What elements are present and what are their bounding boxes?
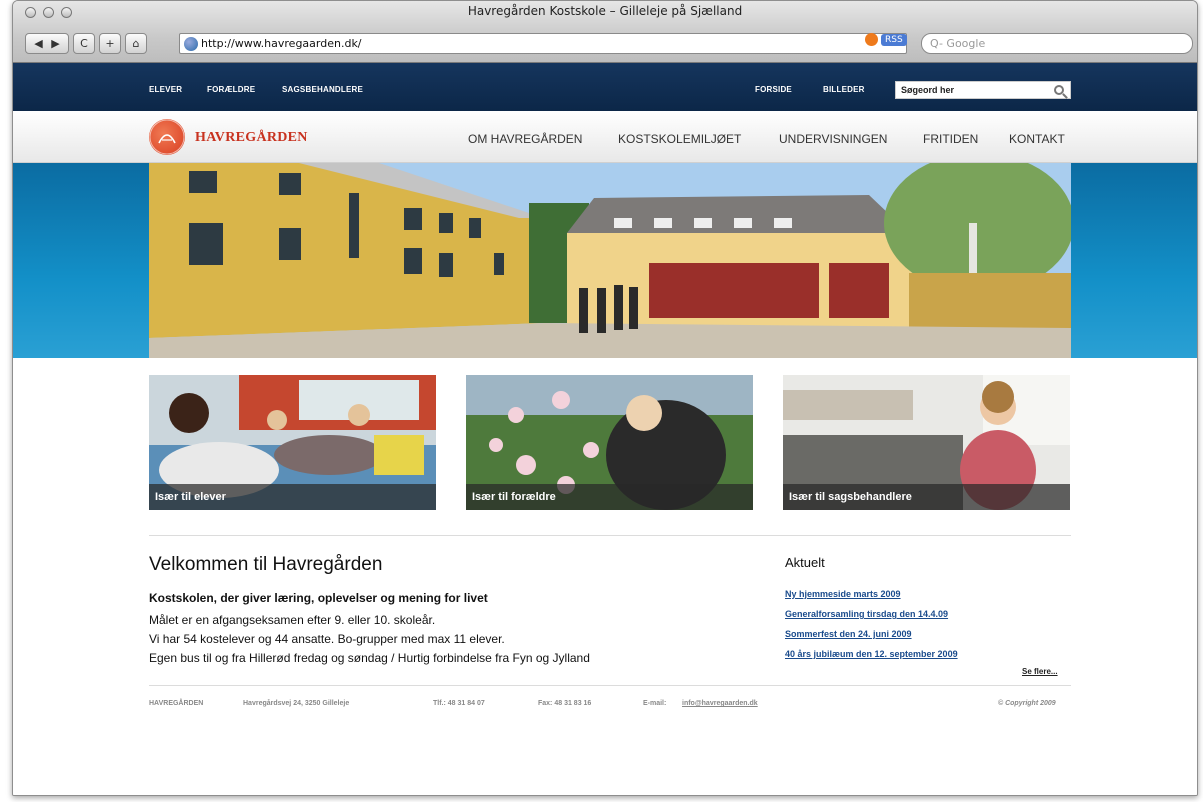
top-navigation-bar: ELEVER FORÆLDRE SAGSBEHANDLERE FORSIDE B… xyxy=(13,63,1197,111)
nav-fritiden[interactable]: FRITIDEN xyxy=(923,132,978,146)
footer-email-label: E-mail: xyxy=(643,700,667,707)
address-bar[interactable]: http://www.havregaarden.dk/ xyxy=(179,33,907,54)
rss-badge[interactable]: RSS xyxy=(881,33,907,46)
card-sagsbehandlere[interactable]: Især til sagsbehandlere xyxy=(783,375,1070,510)
hero-illustration xyxy=(149,163,1071,358)
toplink-forside[interactable]: FORSIDE xyxy=(755,85,792,94)
hero-photo-school-buildings xyxy=(149,163,1071,358)
card-label-elever: Især til elever xyxy=(149,484,436,510)
welcome-line: Egen bus til og fra Hillerød fredag og s… xyxy=(149,651,590,665)
search-icon[interactable] xyxy=(1054,85,1064,95)
logo-seal-icon xyxy=(149,119,185,155)
footer-email-link[interactable]: info@havregaarden.dk xyxy=(682,700,758,707)
home-button[interactable]: ⌂ xyxy=(125,33,147,54)
google-search-field[interactable]: Q- Google xyxy=(921,33,1193,54)
footer-copyright: © Copyright 2009 xyxy=(998,700,1056,707)
nav-undervisningen[interactable]: UNDERVISNINGEN xyxy=(779,132,887,146)
welcome-subtitle: Kostskolen, der giver læring, oplevelser… xyxy=(149,591,488,605)
browser-toolbar: ◀ ▶ C + ⌂ xyxy=(25,33,147,54)
footer-address: Havregårdsvej 24, 3250 Gilleleje xyxy=(243,700,350,707)
welcome-title: Velkommen til Havregården xyxy=(149,554,383,575)
forward-arrow-icon[interactable]: ▶ xyxy=(51,37,59,50)
back-forward-buttons[interactable]: ◀ ▶ xyxy=(25,33,69,54)
card-label-foraeldre: Især til forældre xyxy=(466,484,753,510)
toplink-foraeldre[interactable]: FORÆLDRE xyxy=(207,85,255,94)
feed-icon[interactable] xyxy=(865,33,878,46)
browser-window: Havregården Kostskole – Gilleleje på Sjæ… xyxy=(12,0,1198,796)
card-foraeldre[interactable]: Især til forældre xyxy=(466,375,753,510)
news-title: Aktuelt xyxy=(785,555,825,570)
web-page: ELEVER FORÆLDRE SAGSBEHANDLERE FORSIDE B… xyxy=(13,63,1197,795)
hero-band xyxy=(13,163,1197,358)
address-url: http://www.havregaarden.dk/ xyxy=(201,37,362,50)
site-search-placeholder: Søgeord her xyxy=(901,85,955,95)
news-more-link[interactable]: Se flere... xyxy=(1022,667,1058,676)
toplink-elever[interactable]: ELEVER xyxy=(149,85,182,94)
back-arrow-icon[interactable]: ◀ xyxy=(34,37,42,50)
add-bookmark-button[interactable]: + xyxy=(99,33,121,54)
reload-button[interactable]: C xyxy=(73,33,95,54)
footer-name: HAVREGÅRDEN xyxy=(149,700,204,707)
welcome-line: Vi har 54 kostelever og 44 ansatte. Bo-g… xyxy=(149,632,505,646)
news-link[interactable]: Sommerfest den 24. juni 2009 xyxy=(785,629,912,639)
footer-phone: Tlf.: 48 31 84 07 xyxy=(433,700,485,707)
feed-indicators: RSS xyxy=(865,33,907,46)
site-search-input[interactable]: Søgeord her xyxy=(895,81,1071,99)
card-label-sagsbehandlere: Især til sagsbehandlere xyxy=(783,484,1070,510)
browser-titlebar: Havregården Kostskole – Gilleleje på Sjæ… xyxy=(13,1,1197,63)
news-link[interactable]: Generalforsamling tirsdag den 14.4.09 xyxy=(785,609,948,619)
window-title: Havregården Kostskole – Gilleleje på Sjæ… xyxy=(467,4,743,18)
logo-icon[interactable] xyxy=(149,119,185,155)
toplink-sagsbehandlere[interactable]: SAGSBEHANDLERE xyxy=(282,85,363,94)
card-elever[interactable]: Især til elever xyxy=(149,375,436,510)
footer-fax: Fax: 48 31 83 16 xyxy=(538,700,592,707)
main-navigation: HAVREGÅRDEN OM HAVREGÅRDEN KOSTSKOLEMILJ… xyxy=(13,111,1197,163)
footer-divider xyxy=(149,685,1071,686)
brand-name[interactable]: HAVREGÅRDEN xyxy=(195,130,308,146)
globe-icon xyxy=(184,36,198,51)
news-link[interactable]: 40 års jubilæum den 12. september 2009 xyxy=(785,649,958,659)
nav-kontakt[interactable]: KONTAKT xyxy=(1009,132,1065,146)
nav-kostskolemiljoet[interactable]: KOSTSKOLEMILJØET xyxy=(618,132,741,146)
news-link[interactable]: Ny hjemmeside marts 2009 xyxy=(785,589,901,599)
nav-om-havregaarden[interactable]: OM HAVREGÅRDEN xyxy=(468,132,582,146)
content-divider xyxy=(149,535,1071,536)
toplink-billeder[interactable]: BILLEDER xyxy=(823,85,865,94)
welcome-line: Målet er en afgangseksamen efter 9. elle… xyxy=(149,613,436,627)
